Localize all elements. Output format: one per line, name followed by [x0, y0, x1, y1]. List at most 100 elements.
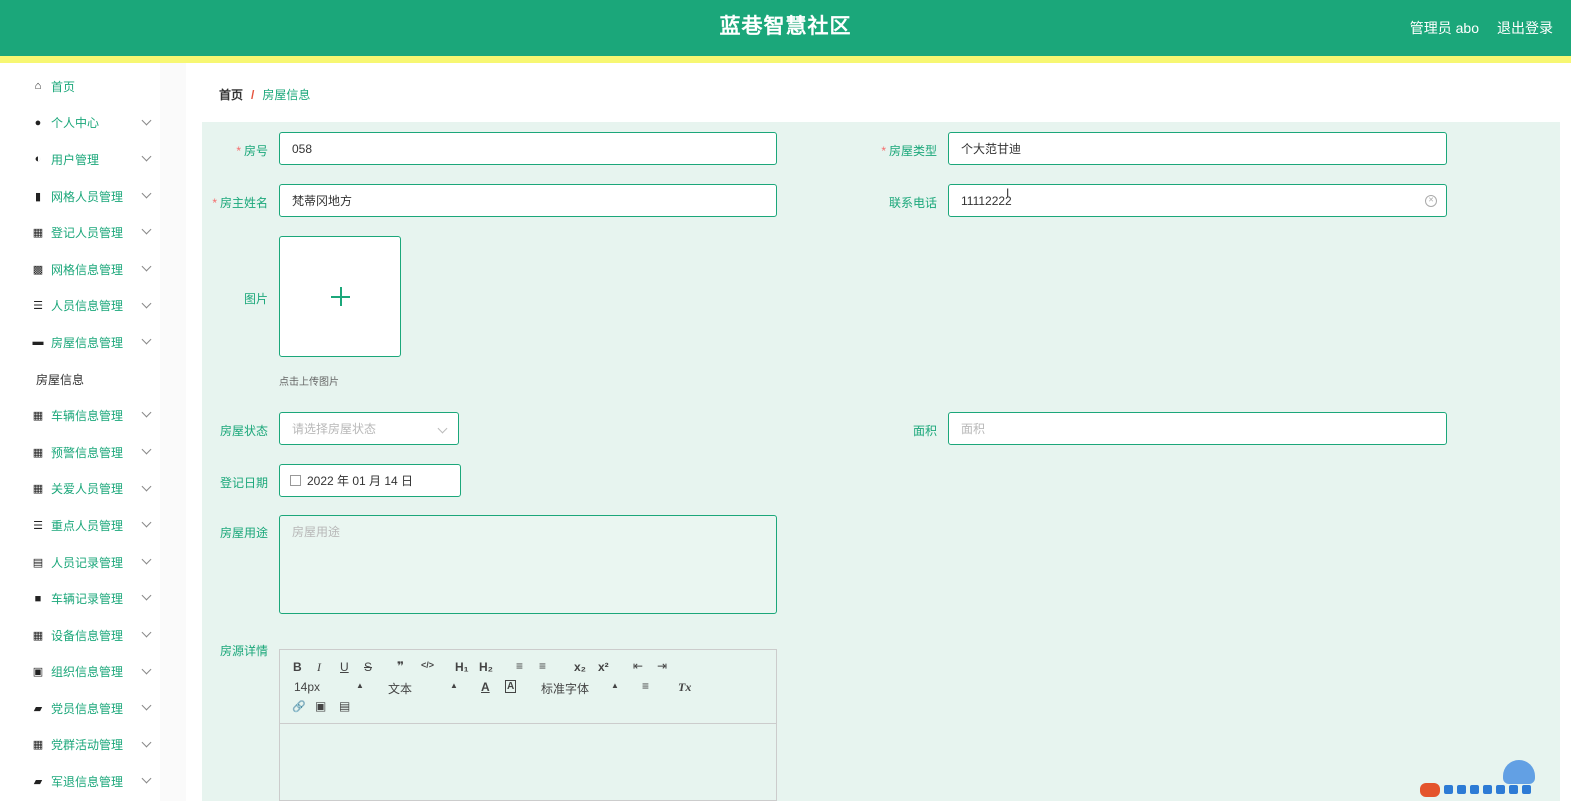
quote-button[interactable]: ❞ — [397, 659, 404, 673]
area-label: 面积 — [912, 424, 937, 438]
tray-icon-6[interactable] — [1509, 785, 1518, 794]
monitor-icon: ▬ — [32, 336, 44, 349]
background-color-button[interactable]: A — [505, 680, 517, 693]
breadcrumb-home[interactable]: 首页 — [219, 88, 243, 102]
tray-icon-5[interactable] — [1496, 785, 1505, 794]
chevron-down-icon — [141, 151, 152, 162]
sidebar: ⌂ 首页 ● 个人中心 ◐ 用户管理 ▮ 网格人员管理 ▦ 登记人员管理 ▩ 网格信息管理 ☰ 人员信息管… — [12, 68, 160, 801]
text-style-select[interactable]: 文本 — [388, 680, 412, 697]
phone-value: 11112222 — [961, 193, 1012, 208]
grid-icon: ▦ — [32, 739, 44, 752]
text-cursor-icon: I — [1006, 186, 1010, 200]
chevron-down-icon — [141, 627, 152, 638]
font-color-button[interactable]: A — [481, 680, 490, 694]
logout-link[interactable]: 退出登录 — [1497, 18, 1553, 38]
breadcrumb-separator: / — [251, 88, 255, 102]
grid-icon: ▦ — [32, 227, 44, 240]
house-type-label: * 房屋类型 — [881, 144, 937, 158]
clean-format-button[interactable]: Tx — [678, 680, 691, 695]
area-input[interactable]: 面积 — [948, 412, 1447, 445]
sidebar-item[interactable]: ● 个人中心 — [12, 105, 160, 142]
sidebar-item[interactable]: ▦ 设备信息管理 — [12, 617, 160, 654]
link-button[interactable]: 🔗 — [292, 700, 306, 713]
ordered-list-button[interactable]: ≡ — [516, 659, 523, 673]
sidebar-item[interactable]: ▬ 房屋信息管理 — [12, 324, 160, 361]
chevron-down-icon — [141, 737, 152, 748]
user-label: 管理员 abo — [1409, 20, 1479, 36]
sidebar-item[interactable]: ▦ 党群活动管理 — [12, 727, 160, 764]
sidebar-item[interactable]: ⌂ 首页 — [12, 68, 160, 105]
h2-button[interactable]: H₂ — [479, 660, 493, 674]
sidebar-item[interactable]: ▦ 预警信息管理 — [12, 434, 160, 471]
sidebar-item[interactable]: ▤ 人员记录管理 — [12, 544, 160, 581]
tray-icon-2[interactable] — [1457, 785, 1466, 794]
chevron-down-icon — [141, 334, 152, 345]
align-button[interactable]: ≡ — [642, 679, 649, 693]
sidebar-item[interactable]: ▰ 军退信息管理 — [12, 763, 160, 800]
sidebar-item[interactable]: ◐ 用户管理 — [12, 141, 160, 178]
h1-button[interactable]: H₁ — [455, 660, 469, 674]
detail-label: 房源详情 — [219, 644, 268, 658]
chevron-down-icon — [141, 261, 152, 272]
sidebar-item[interactable]: ☰ 人员信息管理 — [12, 288, 160, 325]
sidebar-subitem[interactable]: 房屋信息 — [12, 360, 160, 398]
usage-textarea[interactable]: 房屋用途 — [279, 515, 777, 614]
status-select[interactable]: 请选择房屋状态 — [279, 412, 459, 445]
chevron-down-icon — [141, 664, 152, 674]
sidebar-item[interactable]: ▦ 登记人员管理 — [12, 214, 160, 251]
sidebar-item[interactable]: ■ 车辆记录管理 — [12, 580, 160, 617]
chevron-down-icon — [141, 590, 152, 601]
tray-icon-4[interactable] — [1483, 785, 1492, 794]
video-button[interactable]: ▤ — [339, 699, 350, 713]
tray-icon-7[interactable] — [1522, 785, 1531, 794]
sidebar-item[interactable]: ☰ 重点人员管理 — [12, 507, 160, 544]
sidebar-item[interactable]: ▮ 网格人员管理 — [12, 178, 160, 215]
calendar-icon — [290, 475, 301, 486]
system-tray — [1420, 778, 1571, 801]
tray-icon-3[interactable] — [1470, 785, 1479, 794]
plus-icon-vertical — [340, 287, 342, 306]
breadcrumb: 首页 / 房屋信息 — [219, 86, 310, 103]
sidebar-item-label: 预警信息管理 — [51, 445, 124, 460]
phone-input[interactable]: 11112222 ✕ — [948, 184, 1447, 217]
chevron-down-icon — [141, 188, 152, 199]
image-button[interactable]: ▣ — [315, 699, 326, 713]
room-no-input[interactable]: 058 — [279, 132, 777, 165]
tray-app-icon[interactable] — [1420, 782, 1440, 797]
subscript-button[interactable]: x₂ — [574, 660, 586, 674]
breadcrumb-current: 房屋信息 — [262, 88, 311, 102]
sidebar-item[interactable]: ▦ 车辆信息管理 — [12, 397, 160, 434]
indent-button[interactable]: ⇥ — [657, 659, 667, 673]
sidebar-item-label: 房屋信息管理 — [51, 335, 124, 350]
sidebar-item[interactable]: ▦ 关爱人员管理 — [12, 471, 160, 508]
sidebar-item[interactable]: ▩ 网格信息管理 — [12, 251, 160, 288]
owner-name-input[interactable]: 梵蒂冈地方 — [279, 184, 777, 217]
font-size-select[interactable]: 14px — [294, 680, 320, 694]
sidebar-item-label: 人员信息管理 — [51, 299, 124, 314]
font-family-select[interactable]: 标准字体 — [541, 680, 589, 697]
clipboard-check-icon: ▣ — [32, 666, 44, 679]
sidebar-item[interactable]: ▰ 党员信息管理 — [12, 690, 160, 727]
clear-icon[interactable]: ✕ — [1425, 195, 1437, 207]
apps-icon: ▩ — [32, 263, 44, 276]
chevron-down-icon — [141, 444, 152, 455]
italic-button[interactable]: I — [317, 660, 321, 675]
sidebar-item-label: 重点人员管理 — [51, 518, 124, 533]
image-upload-button[interactable] — [279, 236, 401, 357]
code-button[interactable]: </> — [421, 660, 434, 670]
sidebar-item-label: 车辆信息管理 — [51, 409, 124, 424]
strike-button[interactable]: S — [364, 660, 372, 674]
bullet-list-button[interactable]: ≡ — [539, 659, 546, 673]
chevron-down-icon — [141, 224, 152, 235]
bold-button[interactable]: B — [293, 660, 302, 674]
underline-button[interactable]: U — [340, 660, 349, 674]
home-icon: ⌂ — [34, 80, 42, 93]
superscript-button[interactable]: x² — [598, 660, 609, 674]
outdent-button[interactable]: ⇤ — [633, 659, 643, 673]
reg-date-picker[interactable]: 2022 年 01 月 14 日 — [279, 464, 461, 497]
sidebar-item[interactable]: ▣ 组织信息管理 — [12, 654, 160, 691]
grid-icon: ▦ — [32, 410, 44, 423]
house-type-input[interactable]: 个大范甘迪 — [948, 132, 1447, 165]
tray-icon-1[interactable] — [1444, 785, 1453, 794]
chevron-down-icon — [141, 481, 152, 491]
